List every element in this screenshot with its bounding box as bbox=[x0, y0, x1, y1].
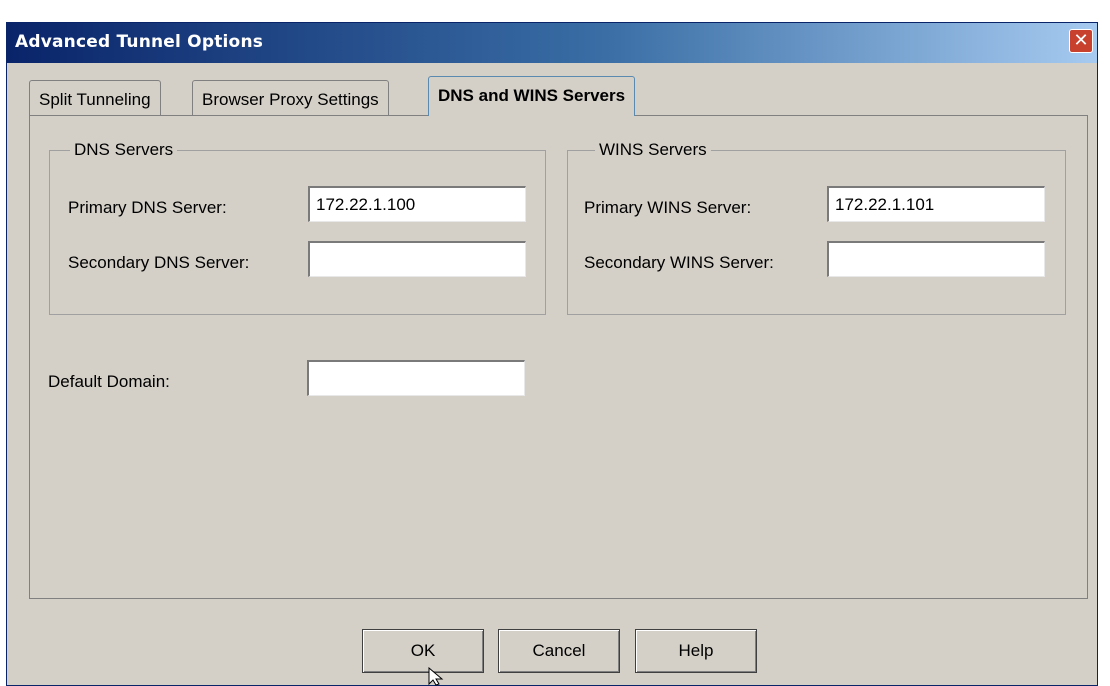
dns-wins-panel: DNS Servers Primary DNS Server: Secondar… bbox=[29, 115, 1088, 599]
mouse-pointer-icon bbox=[428, 667, 444, 686]
default-domain-label: Default Domain: bbox=[48, 372, 170, 391]
help-button[interactable]: Help bbox=[635, 629, 757, 673]
primary-wins-label: Primary WINS Server: bbox=[584, 198, 752, 217]
tab-split-tunneling[interactable]: Split Tunneling bbox=[29, 80, 161, 115]
primary-wins-input[interactable] bbox=[827, 186, 1045, 222]
secondary-dns-label: Secondary DNS Server: bbox=[68, 253, 250, 272]
tab-browser-proxy-settings[interactable]: Browser Proxy Settings bbox=[192, 80, 389, 115]
close-icon[interactable]: ✕ bbox=[1069, 29, 1093, 53]
default-domain-input[interactable] bbox=[307, 360, 525, 396]
primary-dns-input[interactable] bbox=[308, 186, 526, 222]
dns-servers-group: DNS Servers Primary DNS Server: Secondar… bbox=[49, 140, 546, 315]
secondary-wins-label: Secondary WINS Server: bbox=[584, 253, 774, 272]
title-bar[interactable]: Advanced Tunnel Options ✕ bbox=[7, 23, 1097, 63]
wins-servers-group: WINS Servers Primary WINS Server: Second… bbox=[567, 140, 1066, 315]
wins-servers-legend: WINS Servers bbox=[595, 140, 711, 160]
dns-servers-legend: DNS Servers bbox=[70, 140, 178, 160]
secondary-wins-input[interactable] bbox=[827, 241, 1045, 277]
advanced-tunnel-options-dialog: Advanced Tunnel Options ✕ Split Tunnelin… bbox=[6, 22, 1098, 686]
cancel-button[interactable]: Cancel bbox=[498, 629, 620, 673]
tab-dns-and-wins-servers[interactable]: DNS and WINS Servers bbox=[428, 76, 636, 116]
secondary-dns-input[interactable] bbox=[308, 241, 526, 277]
ok-button[interactable]: OK bbox=[362, 629, 484, 673]
primary-dns-label: Primary DNS Server: bbox=[68, 198, 227, 217]
window-title: Advanced Tunnel Options bbox=[15, 32, 264, 52]
